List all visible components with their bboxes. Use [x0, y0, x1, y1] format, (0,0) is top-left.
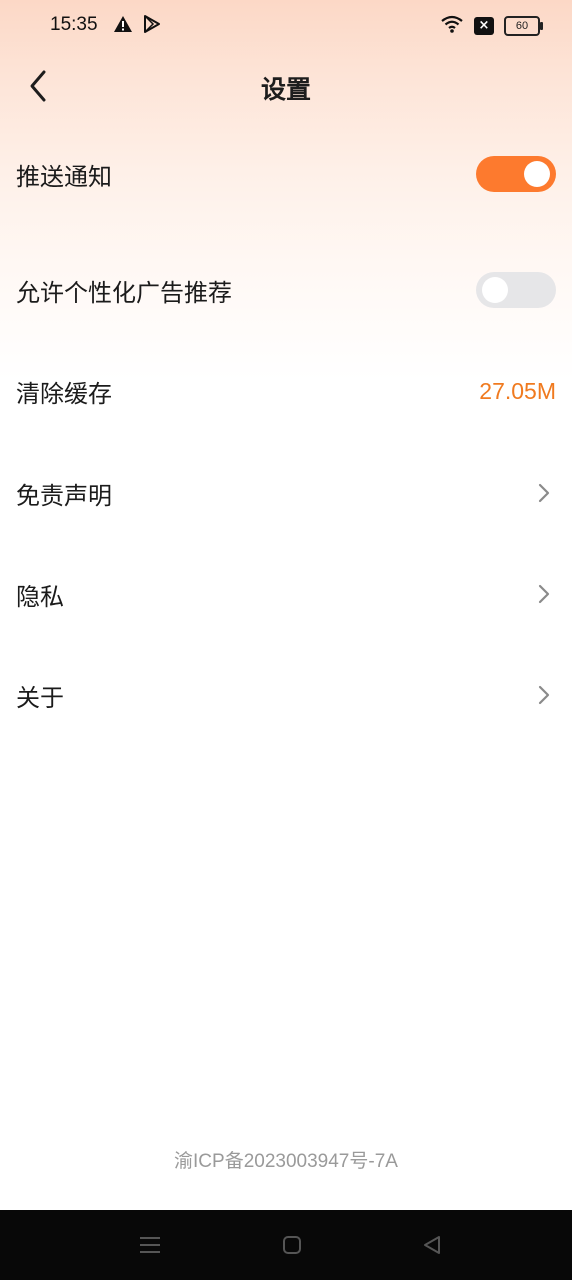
setting-row-about[interactable]: 关于: [0, 647, 572, 743]
chevron-right-icon: [532, 683, 556, 707]
play-store-icon: [143, 14, 161, 38]
status-bar: 15:35 × 60: [0, 0, 572, 52]
home-icon[interactable]: [279, 1232, 305, 1258]
setting-row-disclaimer[interactable]: 免责声明: [0, 445, 572, 541]
push-notification-label: 推送通知: [16, 162, 112, 191]
navigation-header: 设置: [0, 52, 572, 124]
privacy-label: 隐私: [16, 582, 64, 611]
chevron-right-icon: [532, 481, 556, 505]
about-label: 关于: [16, 683, 64, 712]
status-left-icons: [113, 14, 161, 38]
warning-icon: [113, 15, 133, 37]
personalized-ads-toggle[interactable]: [476, 272, 556, 308]
page-title: 设置: [260, 75, 311, 104]
setting-row-push-notification: 推送通知: [0, 126, 572, 222]
toggle-knob: [482, 277, 508, 303]
disclaimer-label: 免责声明: [16, 481, 112, 510]
toggle-knob: [524, 161, 550, 187]
status-right-icons: × 60: [440, 14, 543, 38]
menu-icon[interactable]: [137, 1232, 163, 1258]
close-badge-icon: ×: [474, 17, 494, 35]
chevron-right-icon: [532, 582, 556, 606]
wifi-icon: [440, 14, 464, 38]
setting-row-clear-cache[interactable]: 清除缓存 27.05M: [0, 343, 572, 439]
setting-row-personalized-ads: 允许个性化广告推荐: [0, 242, 572, 338]
battery-icon: 60: [504, 16, 543, 36]
status-time: 15:35: [50, 14, 98, 35]
cache-size-value: 27.05M: [479, 377, 556, 404]
setting-row-privacy[interactable]: 隐私: [0, 546, 572, 642]
system-navigation-bar: [0, 1210, 572, 1280]
push-notification-toggle[interactable]: [476, 156, 556, 192]
back-triangle-icon[interactable]: [419, 1232, 445, 1258]
clear-cache-label: 清除缓存: [16, 379, 112, 408]
icp-record-link[interactable]: 渝ICP备2023003947号-7A: [0, 1146, 572, 1173]
personalized-ads-label: 允许个性化广告推荐: [16, 278, 232, 307]
